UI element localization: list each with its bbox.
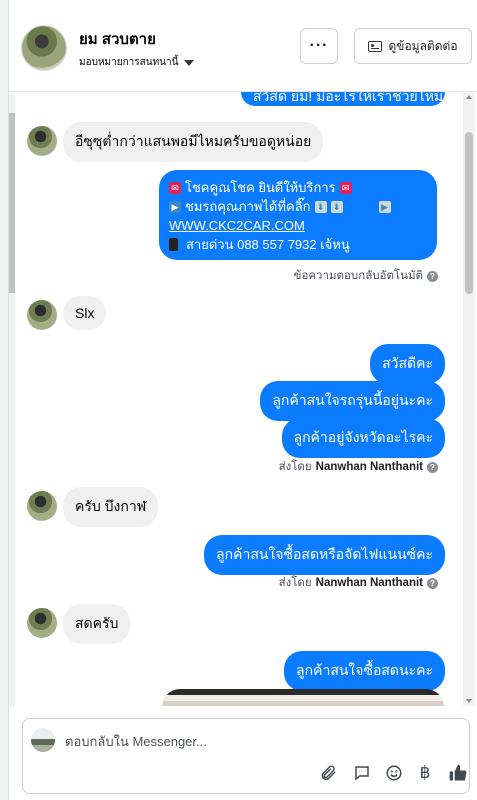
reply-input[interactable] bbox=[65, 731, 445, 751]
conversation-header: ยม สวบตาย มอบหมายการสนทนานี้ ··· ดูข้อมู… bbox=[9, 0, 477, 92]
outgoing-message: สวัสดี ยม! มีอะไรให้เราช่วยไหม bbox=[241, 92, 445, 106]
view-contact-info-button[interactable]: ดูข้อมูลติดต่อ bbox=[354, 28, 472, 64]
down-arrow-emoji-icon: ⬇ bbox=[314, 200, 327, 213]
image-attachment[interactable] bbox=[162, 689, 444, 706]
envelope-emoji-icon: ✉ bbox=[339, 181, 352, 194]
down-arrow-emoji-icon: ⬇ bbox=[330, 200, 343, 213]
outgoing-message: ลูกค้าสนใจรถรุ่นนี้อยู่นะคะ bbox=[260, 381, 445, 421]
assign-conversation-dropdown[interactable]: มอบหมายการสนทนานี้ bbox=[79, 55, 195, 70]
outgoing-message: ลูกค้าสนใจซื้อสดหรือจัดไฟแนนซ์คะ bbox=[204, 535, 445, 575]
sender-avatar bbox=[27, 126, 57, 156]
info-icon[interactable]: ? bbox=[427, 270, 438, 282]
auto-reply-message: ✉ โชคคูณโชค ยินดีให้บริการ ✉ ▶ ชมรถคุณภา… bbox=[159, 170, 437, 260]
website-link[interactable]: WWW.CKC2CAR.COM bbox=[169, 216, 427, 235]
incoming-message: อีซุซุต่ำกว่าแสนพอมีไหมครับขอดูหน่อย bbox=[63, 122, 324, 162]
contact-name[interactable]: ยม สวบตาย bbox=[79, 27, 156, 51]
sent-by-meta: ส่งโดย Nanwhan Nanthanit ? bbox=[279, 458, 438, 476]
reply-composer: ฿ bbox=[22, 718, 470, 794]
more-icon: ··· bbox=[309, 37, 329, 54]
outgoing-message: ลูกค้าสนใจซื้อสดนะคะ bbox=[284, 651, 445, 691]
sender-avatar bbox=[27, 608, 57, 638]
play-emoji-icon: ▶ bbox=[378, 200, 391, 213]
scroll-up-icon[interactable] bbox=[466, 95, 472, 99]
outgoing-message: ลูกค้าอยู่จังหวัดอะไรคะ bbox=[281, 418, 445, 458]
sender-avatar bbox=[27, 491, 57, 521]
scroll-down-icon[interactable] bbox=[466, 699, 472, 703]
play-emoji-icon: ▶ bbox=[169, 200, 181, 213]
like-icon[interactable] bbox=[447, 762, 469, 784]
message-thread: สวัสดี ยม! มีอะไรให้เราช่วยไหม อีซุซุต่ำ… bbox=[9, 92, 477, 706]
assign-label: มอบหมายการสนทนานี้ bbox=[79, 57, 179, 68]
conversation-panel: ยม สวบตาย มอบหมายการสนทนานี้ ··· ดูข้อมู… bbox=[8, 0, 477, 800]
saved-reply-icon[interactable] bbox=[351, 762, 373, 784]
sender-avatar bbox=[27, 300, 57, 330]
sender-name: Nanwhan Nanthanit bbox=[315, 461, 423, 473]
info-icon[interactable]: ? bbox=[427, 461, 438, 473]
auto-reply-line: สายด่วน 088 557 7932 เจ้หนู bbox=[186, 237, 350, 252]
baht-icon[interactable]: ฿ bbox=[414, 762, 436, 784]
auto-reply-meta-label: ข้อความตอบกลับอัตโนมัติ bbox=[293, 270, 423, 282]
sent-by-label: ส่งโดย bbox=[278, 577, 312, 589]
auto-reply-meta: ข้อความตอบกลับอัตโนมัติ ? bbox=[294, 267, 438, 285]
sent-by-label: ส่งโดย bbox=[278, 461, 312, 473]
more-options-button[interactable]: ··· bbox=[300, 28, 338, 64]
mobile-phone-emoji-icon bbox=[169, 238, 178, 251]
thread-scrollbar[interactable] bbox=[463, 92, 475, 706]
thread-scrollbar-thumb[interactable] bbox=[465, 132, 473, 294]
page-avatar bbox=[31, 728, 55, 752]
sent-by-meta: ส่งโดย Nanwhan Nanthanit ? bbox=[279, 574, 438, 592]
contact-avatar[interactable] bbox=[21, 25, 67, 71]
incoming-message: ครับ บึงกาฬ bbox=[63, 487, 159, 527]
envelope-emoji-icon: ✉ bbox=[169, 181, 181, 194]
incoming-message: Slx bbox=[63, 296, 107, 330]
caret-down-icon bbox=[184, 59, 195, 66]
auto-reply-line: โชคคูณโชค ยินดีให้บริการ bbox=[185, 180, 336, 195]
incoming-message: สดครับ bbox=[63, 604, 131, 644]
attachment-icon[interactable] bbox=[317, 762, 339, 784]
emoji-icon[interactable] bbox=[383, 762, 405, 784]
contact-card-icon bbox=[368, 40, 383, 52]
outgoing-message: สวัสดีคะ bbox=[370, 344, 445, 384]
auto-reply-line: ชมรถคุณภาพได้ที่คลิ๊ก bbox=[185, 199, 311, 214]
view-contact-info-label: ดูข้อมูลติดต่อ bbox=[388, 38, 458, 53]
sender-name: Nanwhan Nanthanit bbox=[315, 577, 423, 589]
info-icon[interactable]: ? bbox=[427, 577, 438, 589]
